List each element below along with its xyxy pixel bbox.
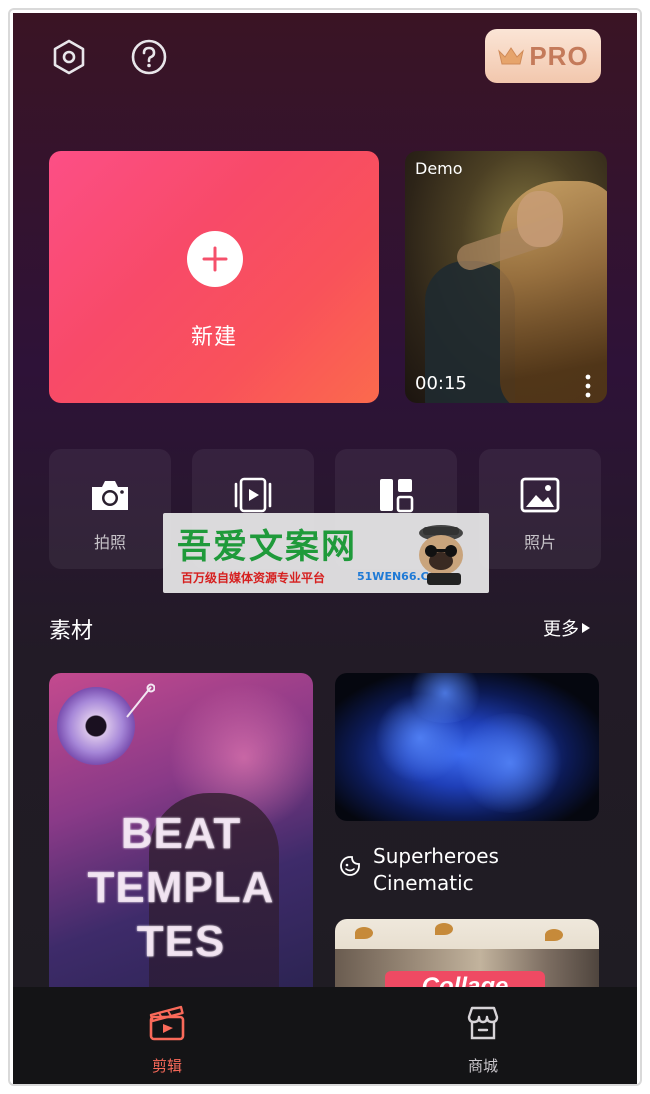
help-button[interactable] <box>129 37 169 77</box>
material-card-beat-templates[interactable]: BEAT TEMPLA TES <box>49 673 313 1003</box>
materials-title: 素材 <box>49 619 94 644</box>
app-screen: PRO 新建 Demo 00:15 拍照 照片 吾爱文案网 百万级自媒体资源专业… <box>13 13 637 1084</box>
store-icon <box>467 1006 499 1040</box>
tool-camera[interactable]: 拍照 <box>49 449 171 569</box>
watermark-title: 吾爱文案网 <box>177 527 357 567</box>
clapperboard-icon <box>149 1005 185 1041</box>
beat-title-line-2: TEMPLA <box>87 863 275 912</box>
new-project-card[interactable]: 新建 <box>49 151 379 403</box>
tool-photo[interactable]: 照片 <box>479 449 601 569</box>
more-vertical-icon[interactable] <box>581 373 595 399</box>
dog-mascot-icon <box>419 525 463 585</box>
demo-thumbnail-face <box>517 191 563 247</box>
beat-title-line-1: BEAT <box>120 809 242 858</box>
demo-tag: Demo <box>415 159 463 178</box>
tool-photo-label: 照片 <box>523 533 556 552</box>
leaf-decoration <box>545 929 563 941</box>
image-icon <box>520 477 560 513</box>
demo-duration: 00:15 <box>415 373 467 394</box>
hero-smoke-2 <box>455 713 565 813</box>
beat-title-line-3: TES <box>136 917 226 966</box>
screenshot-frame: PRO 新建 Demo 00:15 拍照 照片 吾爱文案网 百万级自媒体资源专业… <box>8 8 642 1086</box>
new-project-label: 新建 <box>190 325 237 350</box>
plus-icon <box>202 246 228 272</box>
material-card-superheroes[interactable] <box>335 673 599 821</box>
demo-video-card[interactable]: Demo 00:15 <box>405 151 607 403</box>
materials-more-label: 更多 <box>543 619 579 640</box>
beat-templates-title: BEAT TEMPLA TES <box>49 807 313 969</box>
settings-hexagon-icon <box>53 39 85 75</box>
leaf-decoration <box>435 923 453 935</box>
nav-tab-edit[interactable]: 剪辑 <box>97 987 237 1084</box>
materials-more-link[interactable]: 更多 <box>543 615 591 641</box>
camera-icon <box>92 481 128 510</box>
watermark-subtitle: 百万级自媒体资源专业平台 <box>181 571 326 585</box>
play-arrow-icon <box>582 623 590 633</box>
settings-button[interactable] <box>49 37 89 77</box>
sticker-smile-icon <box>340 856 360 876</box>
new-project-plus-button[interactable] <box>187 231 243 287</box>
layout-grid-icon <box>380 479 414 513</box>
leaf-decoration <box>355 927 373 939</box>
tool-camera-label: 拍照 <box>93 533 126 552</box>
video-frame-icon <box>234 477 272 513</box>
pro-label: PRO <box>529 40 589 71</box>
bottom-navigation: 剪辑 商城 <box>13 987 637 1084</box>
watermark-overlay: 吾爱文案网 百万级自媒体资源专业平台 51WEN66.COM <box>163 513 489 593</box>
tonearm-icon <box>126 683 155 718</box>
superheroes-title: Superheroes Cinematic <box>373 844 499 895</box>
nav-tab-store[interactable]: 商城 <box>413 987 553 1084</box>
pro-upgrade-button[interactable]: PRO <box>485 29 601 83</box>
nav-tab-store-label: 商城 <box>467 1057 498 1075</box>
crown-icon <box>498 47 525 65</box>
help-icon <box>131 39 167 75</box>
nav-tab-edit-label: 剪辑 <box>151 1057 182 1075</box>
